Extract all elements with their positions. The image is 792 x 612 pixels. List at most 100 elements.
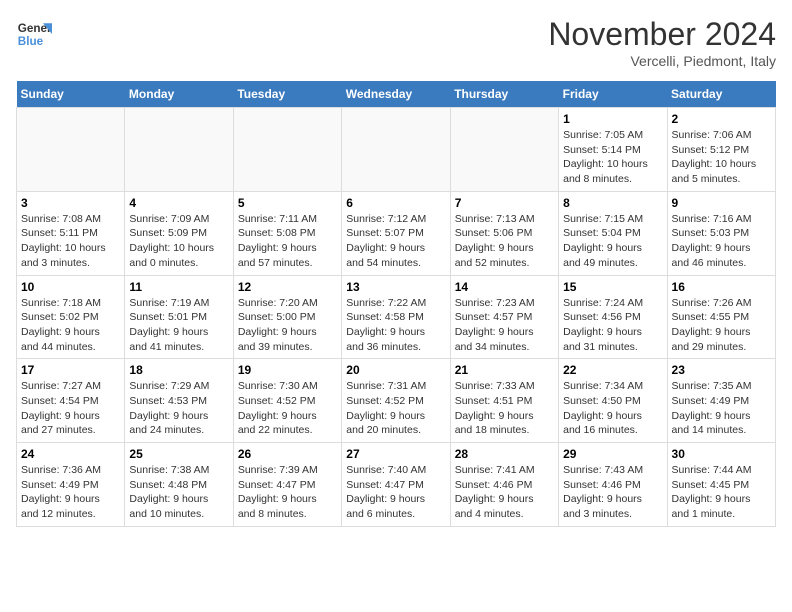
day-info: Sunrise: 7:43 AM Sunset: 4:46 PM Dayligh…	[563, 463, 662, 522]
day-info: Sunrise: 7:44 AM Sunset: 4:45 PM Dayligh…	[672, 463, 771, 522]
calendar-cell	[125, 108, 233, 192]
calendar-cell	[342, 108, 450, 192]
location: Vercelli, Piedmont, Italy	[548, 53, 776, 69]
day-info: Sunrise: 7:18 AM Sunset: 5:02 PM Dayligh…	[21, 296, 120, 355]
calendar-cell: 6Sunrise: 7:12 AM Sunset: 5:07 PM Daylig…	[342, 191, 450, 275]
day-info: Sunrise: 7:20 AM Sunset: 5:00 PM Dayligh…	[238, 296, 337, 355]
day-info: Sunrise: 7:40 AM Sunset: 4:47 PM Dayligh…	[346, 463, 445, 522]
day-info: Sunrise: 7:05 AM Sunset: 5:14 PM Dayligh…	[563, 128, 662, 187]
weekday-header-monday: Monday	[125, 81, 233, 108]
day-info: Sunrise: 7:22 AM Sunset: 4:58 PM Dayligh…	[346, 296, 445, 355]
calendar-cell: 26 Sunrise: 7:39 AM Sunset: 4:47 PM Dayli…	[233, 443, 341, 527]
weekday-header-thursday: Thursday	[450, 81, 558, 108]
day-info: Sunrise: 7:41 AM Sunset: 4:46 PM Dayligh…	[455, 463, 554, 522]
day-info: Sunrise: 7:39 AM Sunset: 4:47 PM Dayligh…	[238, 463, 337, 522]
calendar-cell: 10 Sunrise: 7:18 AM Sunset: 5:02 PM Dayli…	[17, 275, 125, 359]
day-number: 8	[563, 196, 662, 210]
calendar-cell: 22 Sunrise: 7:34 AM Sunset: 4:50 PM Dayli…	[559, 359, 667, 443]
day-number: 22	[563, 363, 662, 377]
calendar-cell: 24 Sunrise: 7:36 AM Sunset: 4:49 PM Dayli…	[17, 443, 125, 527]
calendar-cell: 3Sunrise: 7:08 AM Sunset: 5:11 PM Daylig…	[17, 191, 125, 275]
day-number: 4	[129, 196, 228, 210]
day-info: Sunrise: 7:36 AM Sunset: 4:49 PM Dayligh…	[21, 463, 120, 522]
calendar-cell: 20 Sunrise: 7:31 AM Sunset: 4:52 PM Dayli…	[342, 359, 450, 443]
day-number: 11	[129, 280, 228, 294]
day-number: 15	[563, 280, 662, 294]
day-info: Sunrise: 7:35 AM Sunset: 4:49 PM Dayligh…	[672, 379, 771, 438]
day-info: Sunrise: 7:34 AM Sunset: 4:50 PM Dayligh…	[563, 379, 662, 438]
weekday-header-saturday: Saturday	[667, 81, 775, 108]
day-number: 26	[238, 447, 337, 461]
calendar-cell: 2Sunrise: 7:06 AM Sunset: 5:12 PM Daylig…	[667, 108, 775, 192]
calendar-cell: 12 Sunrise: 7:20 AM Sunset: 5:00 PM Dayli…	[233, 275, 341, 359]
day-number: 23	[672, 363, 771, 377]
calendar-cell: 30 Sunrise: 7:44 AM Sunset: 4:45 PM Dayli…	[667, 443, 775, 527]
calendar-body: 1 Sunrise: 7:05 AM Sunset: 5:14 PM Daylig…	[17, 108, 776, 527]
month-title: November 2024	[548, 16, 776, 53]
week-row-5: 24 Sunrise: 7:36 AM Sunset: 4:49 PM Dayli…	[17, 443, 776, 527]
day-info: Sunrise: 7:33 AM Sunset: 4:51 PM Dayligh…	[455, 379, 554, 438]
day-number: 1	[563, 112, 662, 126]
day-info: Sunrise: 7:09 AM Sunset: 5:09 PM Dayligh…	[129, 212, 228, 271]
calendar-cell: 13Sunrise: 7:22 AM Sunset: 4:58 PM Dayli…	[342, 275, 450, 359]
day-info: Sunrise: 7:30 AM Sunset: 4:52 PM Dayligh…	[238, 379, 337, 438]
calendar-cell: 11 Sunrise: 7:19 AM Sunset: 5:01 PM Dayli…	[125, 275, 233, 359]
day-number: 18	[129, 363, 228, 377]
calendar-cell: 28 Sunrise: 7:41 AM Sunset: 4:46 PM Dayli…	[450, 443, 558, 527]
calendar-cell: 18Sunrise: 7:29 AM Sunset: 4:53 PM Dayli…	[125, 359, 233, 443]
calendar-cell: 21 Sunrise: 7:33 AM Sunset: 4:51 PM Dayli…	[450, 359, 558, 443]
day-number: 5	[238, 196, 337, 210]
day-number: 28	[455, 447, 554, 461]
calendar-cell: 5Sunrise: 7:11 AM Sunset: 5:08 PM Daylig…	[233, 191, 341, 275]
title-area: November 2024 Vercelli, Piedmont, Italy	[548, 16, 776, 69]
calendar-cell: 1 Sunrise: 7:05 AM Sunset: 5:14 PM Daylig…	[559, 108, 667, 192]
calendar-cell: 25 Sunrise: 7:38 AM Sunset: 4:48 PM Dayli…	[125, 443, 233, 527]
calendar-cell: 9Sunrise: 7:16 AM Sunset: 5:03 PM Daylig…	[667, 191, 775, 275]
weekday-header-tuesday: Tuesday	[233, 81, 341, 108]
day-number: 12	[238, 280, 337, 294]
calendar-cell: 8 Sunrise: 7:15 AM Sunset: 5:04 PM Daylig…	[559, 191, 667, 275]
day-number: 19	[238, 363, 337, 377]
day-number: 24	[21, 447, 120, 461]
weekday-header-sunday: Sunday	[17, 81, 125, 108]
day-number: 30	[672, 447, 771, 461]
day-number: 20	[346, 363, 445, 377]
week-row-4: 17Sunrise: 7:27 AM Sunset: 4:54 PM Dayli…	[17, 359, 776, 443]
weekday-header-friday: Friday	[559, 81, 667, 108]
day-info: Sunrise: 7:15 AM Sunset: 5:04 PM Dayligh…	[563, 212, 662, 271]
week-row-1: 1 Sunrise: 7:05 AM Sunset: 5:14 PM Daylig…	[17, 108, 776, 192]
calendar-cell: 7Sunrise: 7:13 AM Sunset: 5:06 PM Daylig…	[450, 191, 558, 275]
day-info: Sunrise: 7:12 AM Sunset: 5:07 PM Dayligh…	[346, 212, 445, 271]
calendar-cell: 14 Sunrise: 7:23 AM Sunset: 4:57 PM Dayli…	[450, 275, 558, 359]
day-info: Sunrise: 7:24 AM Sunset: 4:56 PM Dayligh…	[563, 296, 662, 355]
day-info: Sunrise: 7:08 AM Sunset: 5:11 PM Dayligh…	[21, 212, 120, 271]
weekday-header-row: SundayMondayTuesdayWednesdayThursdayFrid…	[17, 81, 776, 108]
day-number: 21	[455, 363, 554, 377]
calendar-cell	[17, 108, 125, 192]
day-info: Sunrise: 7:23 AM Sunset: 4:57 PM Dayligh…	[455, 296, 554, 355]
day-info: Sunrise: 7:19 AM Sunset: 5:01 PM Dayligh…	[129, 296, 228, 355]
calendar-cell: 23 Sunrise: 7:35 AM Sunset: 4:49 PM Dayli…	[667, 359, 775, 443]
day-info: Sunrise: 7:31 AM Sunset: 4:52 PM Dayligh…	[346, 379, 445, 438]
calendar-cell: 17Sunrise: 7:27 AM Sunset: 4:54 PM Dayli…	[17, 359, 125, 443]
logo-icon: General Blue	[16, 16, 52, 52]
week-row-3: 10 Sunrise: 7:18 AM Sunset: 5:02 PM Dayli…	[17, 275, 776, 359]
calendar-cell	[450, 108, 558, 192]
calendar-header: SundayMondayTuesdayWednesdayThursdayFrid…	[17, 81, 776, 108]
calendar-cell: 4 Sunrise: 7:09 AM Sunset: 5:09 PM Daylig…	[125, 191, 233, 275]
day-number: 10	[21, 280, 120, 294]
calendar-cell: 16Sunrise: 7:26 AM Sunset: 4:55 PM Dayli…	[667, 275, 775, 359]
day-number: 14	[455, 280, 554, 294]
week-row-2: 3Sunrise: 7:08 AM Sunset: 5:11 PM Daylig…	[17, 191, 776, 275]
weekday-header-wednesday: Wednesday	[342, 81, 450, 108]
day-info: Sunrise: 7:38 AM Sunset: 4:48 PM Dayligh…	[129, 463, 228, 522]
day-info: Sunrise: 7:06 AM Sunset: 5:12 PM Dayligh…	[672, 128, 771, 187]
day-info: Sunrise: 7:27 AM Sunset: 4:54 PM Dayligh…	[21, 379, 120, 438]
day-number: 7	[455, 196, 554, 210]
day-number: 25	[129, 447, 228, 461]
calendar-table: SundayMondayTuesdayWednesdayThursdayFrid…	[16, 81, 776, 527]
day-number: 9	[672, 196, 771, 210]
day-info: Sunrise: 7:26 AM Sunset: 4:55 PM Dayligh…	[672, 296, 771, 355]
day-number: 29	[563, 447, 662, 461]
day-number: 27	[346, 447, 445, 461]
